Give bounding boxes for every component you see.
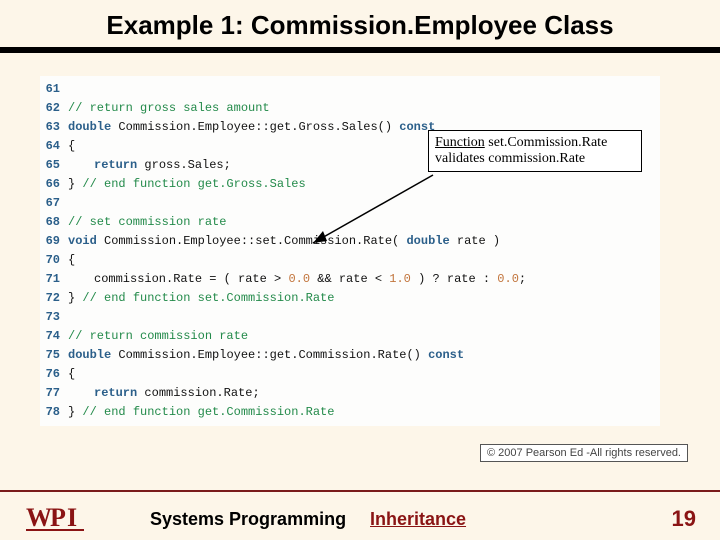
- title-divider: [0, 47, 720, 53]
- code-line: 78} // end function get.Commission.Rate: [40, 403, 660, 422]
- code-line: 74// return commission rate: [40, 327, 660, 346]
- svg-text:I: I: [67, 503, 77, 532]
- code-line: 75double Commission.Employee::get.Commis…: [40, 346, 660, 365]
- callout-text-underline: Function: [435, 135, 485, 150]
- annotation-callout: Function set.Commission.Rate validates c…: [428, 130, 642, 172]
- page-number: 19: [672, 506, 696, 532]
- callout-arrow-icon: [305, 171, 445, 261]
- copyright-notice: © 2007 Pearson Ed -All rights reserved.: [480, 444, 688, 462]
- code-line: 61: [40, 80, 660, 99]
- code-line: 77return commission.Rate;: [40, 384, 660, 403]
- callout-text: set.Commission.Rate: [488, 135, 607, 150]
- slide-title-area: Example 1: Commission.Employee Class: [0, 0, 720, 41]
- wpi-logo-icon: W P I: [26, 500, 96, 534]
- footer-course: Systems Programming: [150, 509, 346, 530]
- slide-title: Example 1: Commission.Employee Class: [0, 10, 720, 41]
- code-line: 73: [40, 308, 660, 327]
- code-line: 76{: [40, 365, 660, 384]
- callout-text: validates commission.Rate: [435, 151, 585, 166]
- code-line: 71commission.Rate = ( rate > 0.0 && rate…: [40, 270, 660, 289]
- code-line: 72} // end function set.Commission.Rate: [40, 289, 660, 308]
- slide-footer: W P I Systems Programming Inheritance 19: [0, 490, 720, 540]
- svg-text:W: W: [26, 503, 52, 532]
- code-line: 62// return gross sales amount: [40, 99, 660, 118]
- footer-topic: Inheritance: [370, 509, 466, 530]
- svg-text:P: P: [50, 503, 66, 532]
